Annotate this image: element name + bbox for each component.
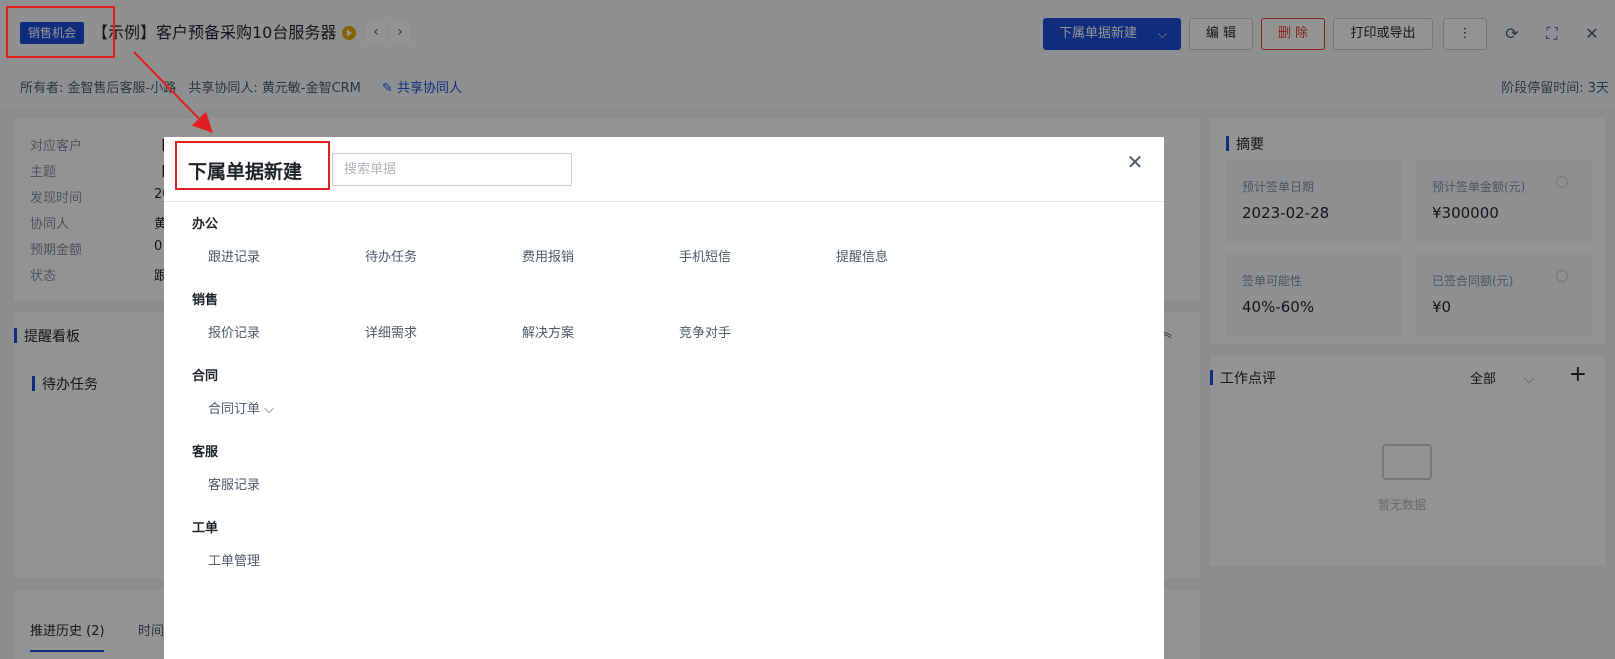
- new-sub-document-modal: 下属单据新建 ✕ 办公 跟进记录 待办任务 费用报销 手机短信 提醒信息 销售 …: [164, 137, 1164, 659]
- annotation-box: [175, 141, 330, 190]
- doc-item[interactable]: 详细需求: [365, 322, 417, 341]
- group-title: 销售: [192, 293, 219, 308]
- doc-item[interactable]: 费用报销: [522, 246, 574, 265]
- annotation-box: [6, 6, 115, 58]
- modal-close-icon[interactable]: ✕: [1124, 151, 1146, 173]
- group-title: 办公: [192, 217, 219, 232]
- group-title: 合同: [192, 369, 219, 384]
- doc-item[interactable]: 待办任务: [365, 246, 417, 265]
- doc-item-contract-order[interactable]: 合同订单 ⌵: [208, 398, 274, 417]
- doc-item[interactable]: 跟进记录: [208, 246, 260, 265]
- doc-item[interactable]: 工单管理: [208, 550, 260, 569]
- doc-item[interactable]: 手机短信: [679, 246, 731, 265]
- doc-item[interactable]: 报价记录: [208, 322, 260, 341]
- doc-item[interactable]: 客服记录: [208, 474, 260, 493]
- doc-item[interactable]: 提醒信息: [836, 246, 888, 265]
- group-title: 客服: [192, 445, 219, 460]
- doc-item[interactable]: 竞争对手: [679, 322, 731, 341]
- group-title: 工单: [192, 521, 219, 536]
- doc-item[interactable]: 解决方案: [522, 322, 574, 341]
- modal-divider: [164, 201, 1164, 202]
- document-search-input[interactable]: [332, 153, 572, 186]
